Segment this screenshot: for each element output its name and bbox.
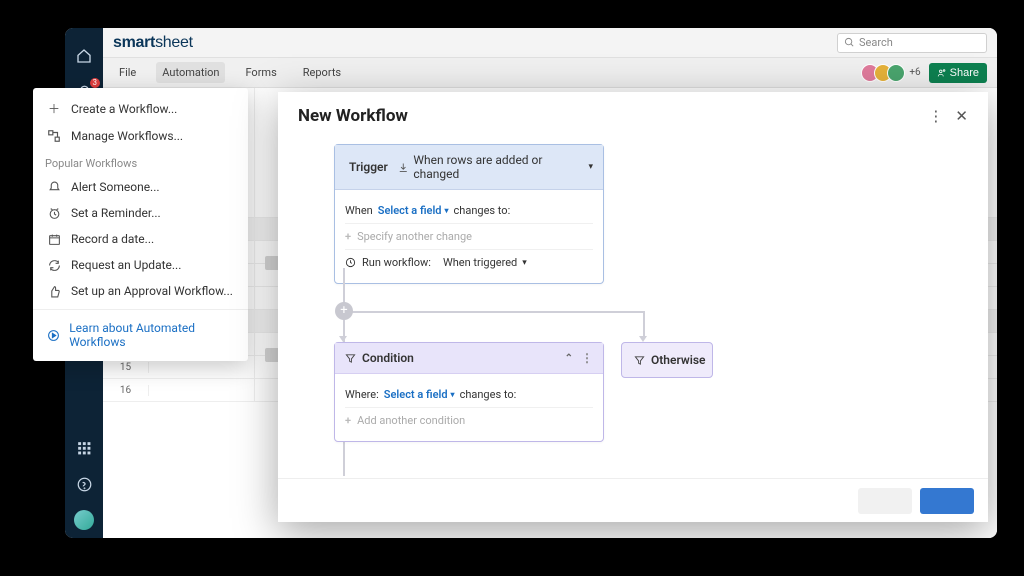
- menu-automation[interactable]: Automation: [156, 62, 225, 83]
- share-label: Share: [950, 67, 979, 79]
- cancel-button[interactable]: [858, 488, 912, 514]
- help-icon[interactable]: [74, 474, 94, 494]
- select-field-link[interactable]: Select a field▾: [378, 204, 449, 217]
- where-label: Where:: [345, 388, 379, 401]
- menu-item-label: Set a Reminder...: [71, 206, 161, 220]
- condition-header: Condition ⌃ ⋮: [335, 343, 603, 374]
- notif-badge: 3: [90, 78, 101, 88]
- filter-icon: [634, 355, 645, 366]
- menu-item-label: Manage Workflows...: [71, 129, 183, 143]
- home-icon[interactable]: [74, 46, 94, 66]
- chevron-down-icon[interactable]: ▾: [588, 162, 593, 172]
- manage-icon: [45, 129, 63, 143]
- menu-request-update[interactable]: Request an Update...: [33, 252, 248, 278]
- topbar: smartsheet Search: [103, 28, 997, 58]
- menu-setup-approval[interactable]: Set up an Approval Workflow...: [33, 278, 248, 304]
- share-button[interactable]: Share: [929, 63, 987, 83]
- play-circle-icon: [45, 329, 61, 342]
- menu-record-date[interactable]: Record a date...: [33, 226, 248, 252]
- modal-header: New Workflow ⋮ ✕: [278, 92, 988, 136]
- otherwise-label: Otherwise: [651, 353, 705, 367]
- changes-to-label: changes to:: [460, 388, 517, 401]
- menu-forms[interactable]: Forms: [239, 62, 282, 83]
- menu-item-label: Record a date...: [71, 232, 154, 246]
- add-condition-label: Add another condition: [357, 414, 465, 427]
- user-avatar[interactable]: [74, 510, 94, 530]
- calendar-icon: [45, 233, 63, 246]
- collaborators[interactable]: +6 Share: [866, 63, 987, 83]
- trigger-label: Trigger: [349, 160, 388, 174]
- specify-label: Specify another change: [357, 230, 472, 243]
- download-icon: [398, 162, 409, 173]
- apps-icon[interactable]: [74, 438, 94, 458]
- modal-close-icon[interactable]: ✕: [955, 107, 968, 125]
- search-icon: [844, 37, 855, 48]
- changes-to-label: changes to:: [454, 204, 511, 217]
- thumbs-up-icon: [45, 285, 63, 298]
- run-value-dropdown[interactable]: When triggered▾: [443, 256, 527, 269]
- menu-alert-someone[interactable]: Alert Someone...: [33, 174, 248, 200]
- row-number: 16: [103, 385, 149, 396]
- condition-menu-icon[interactable]: ⋮: [581, 351, 593, 365]
- menu-item-label: Learn about Automated Workflows: [69, 321, 236, 349]
- modal-menu-icon[interactable]: ⋮: [928, 107, 943, 125]
- alarm-icon: [45, 207, 63, 220]
- modal-title: New Workflow: [298, 106, 408, 126]
- people-icon: [937, 68, 947, 78]
- trigger-node[interactable]: Trigger When rows are added or changed ▾…: [334, 144, 604, 284]
- menu-item-label: Create a Workflow...: [71, 102, 177, 116]
- menu-item-label: Set up an Approval Workflow...: [71, 284, 233, 298]
- menu-item-label: Alert Someone...: [71, 180, 160, 194]
- menu-learn-workflows[interactable]: Learn about Automated Workflows: [33, 315, 248, 355]
- modal-footer: [278, 478, 988, 522]
- trigger-when-row: When Select a field▾ changes to:: [345, 198, 593, 224]
- condition-label: Condition: [362, 351, 414, 365]
- menubar: File Automation Forms Reports +6 Share: [103, 58, 997, 88]
- trigger-header: Trigger When rows are added or changed ▾: [335, 145, 603, 190]
- menu-section-header: Popular Workflows: [33, 149, 248, 174]
- plus-icon: ＋: [45, 100, 63, 117]
- run-workflow-row: Run workflow: When triggered▾: [345, 250, 593, 275]
- select-field-link[interactable]: Select a field▾: [384, 388, 455, 401]
- run-label: Run workflow:: [362, 256, 431, 269]
- save-button[interactable]: [920, 488, 974, 514]
- collab-overflow-count: +6: [909, 67, 920, 78]
- search-placeholder: Search: [859, 36, 893, 49]
- divider: [33, 309, 248, 310]
- condition-node[interactable]: Condition ⌃ ⋮ Where: Select a field▾ cha…: [334, 342, 604, 442]
- add-step-button[interactable]: +: [335, 302, 353, 320]
- menu-create-workflow[interactable]: ＋ Create a Workflow...: [33, 94, 248, 123]
- connector-line: [344, 311, 644, 313]
- specify-change-row[interactable]: + Specify another change: [345, 224, 593, 250]
- plus-icon: +: [345, 230, 351, 243]
- when-label: When: [345, 204, 373, 217]
- menu-reports[interactable]: Reports: [297, 62, 347, 83]
- global-search-input[interactable]: Search: [837, 33, 987, 53]
- bell-icon: [45, 181, 63, 194]
- menu-manage-workflows[interactable]: Manage Workflows...: [33, 123, 248, 149]
- plus-icon: +: [345, 414, 351, 427]
- add-condition-row[interactable]: + Add another condition: [345, 408, 593, 433]
- brand-logo: smartsheet: [113, 34, 193, 52]
- otherwise-node[interactable]: Otherwise: [621, 342, 713, 378]
- filter-icon: [345, 353, 356, 364]
- menu-set-reminder[interactable]: Set a Reminder...: [33, 200, 248, 226]
- clock-icon: [345, 257, 356, 268]
- condition-where-row: Where: Select a field▾ changes to:: [345, 382, 593, 408]
- chevron-up-icon[interactable]: ⌃: [565, 353, 573, 364]
- trigger-desc: When rows are added or changed: [413, 153, 583, 181]
- row-number: 15: [103, 362, 149, 373]
- avatar: [887, 64, 905, 82]
- menu-item-label: Request an Update...: [71, 258, 181, 272]
- new-workflow-modal: New Workflow ⋮ ✕ Trigger When rows are a…: [278, 92, 988, 522]
- automation-dropdown: ＋ Create a Workflow... Manage Workflows.…: [33, 88, 248, 361]
- connector-line: [643, 311, 645, 337]
- menu-file[interactable]: File: [113, 62, 142, 83]
- workflow-canvas: Trigger When rows are added or changed ▾…: [278, 136, 988, 476]
- refresh-icon: [45, 259, 63, 272]
